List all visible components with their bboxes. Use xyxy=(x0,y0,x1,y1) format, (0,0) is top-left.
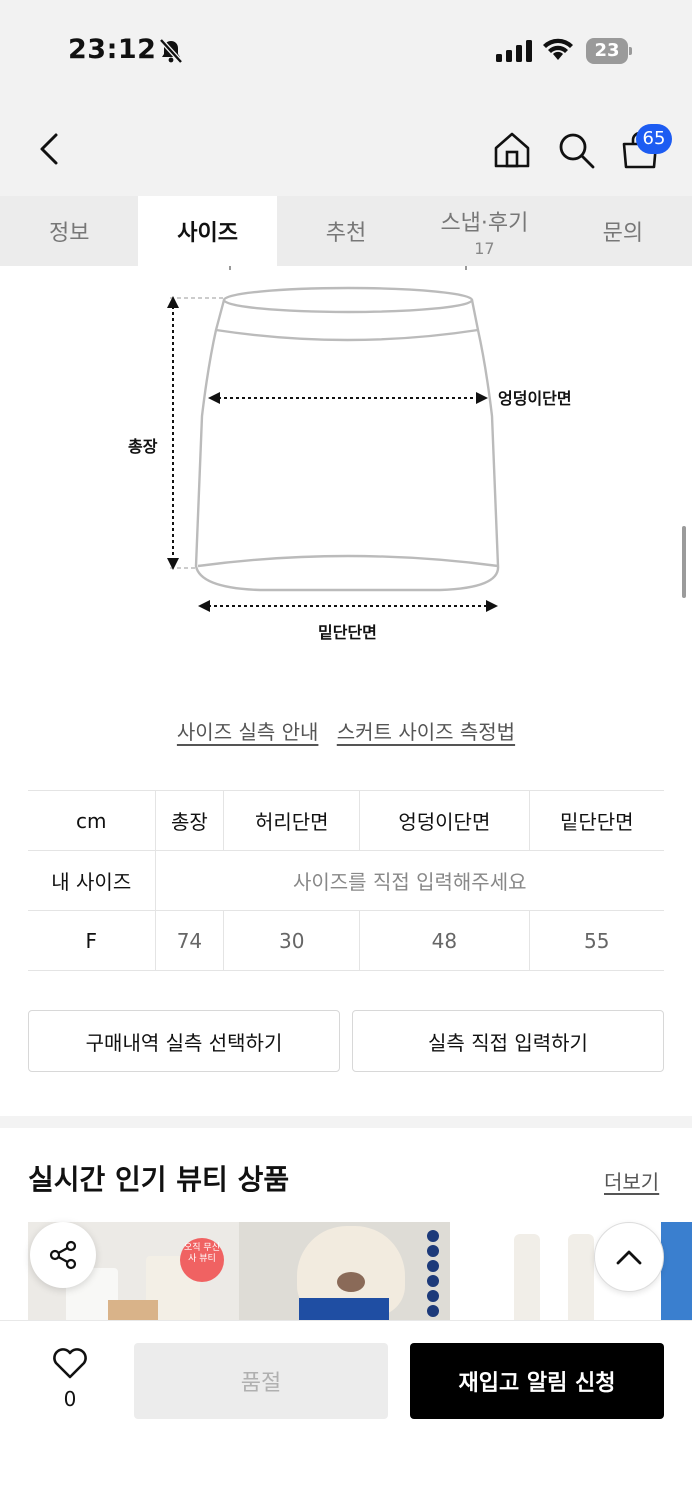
scroll-to-top-button[interactable] xyxy=(594,1222,664,1292)
tab-label: 정보 xyxy=(48,221,90,246)
size-name-cell: F xyxy=(28,910,155,971)
hem-label: 밑단단면 xyxy=(318,623,377,642)
waistband-top xyxy=(222,286,474,314)
product-carousel: 오직 무신사 뷰티 xyxy=(28,1222,692,1322)
teddy-bear-nose xyxy=(337,1272,365,1292)
my-size-row: 내 사이즈 사이즈를 직접 입력해주세요 xyxy=(28,850,664,911)
tab-label: 문의 xyxy=(602,221,644,246)
tab-label: 추천 xyxy=(325,221,367,246)
product-tabs: 정보 사이즈 추천 스냅·후기 17 문의 xyxy=(0,196,692,266)
heart-icon xyxy=(53,1348,87,1379)
skirt-measure-link[interactable]: 스커트 사이즈 측정법 xyxy=(337,720,515,744)
tab-info[interactable]: 정보 xyxy=(0,196,138,266)
size-guide-link[interactable]: 사이즈 실측 안내 xyxy=(177,720,319,744)
table-cell: 55 xyxy=(528,910,664,971)
skirt-outline xyxy=(194,299,500,592)
product-bottle-image xyxy=(568,1234,594,1322)
back-arrow-icon[interactable] xyxy=(36,132,64,166)
table-header-cell: 엉덩이단면 xyxy=(359,790,530,851)
skirt-size-diagram: 총장 엉덩이단면 밑단단면 xyxy=(128,266,572,642)
table-cell: 74 xyxy=(154,910,224,971)
my-size-input-hint[interactable]: 사이즈를 직접 입력해주세요 xyxy=(154,850,664,911)
tab-size[interactable]: 사이즈 xyxy=(138,196,277,266)
hem-line xyxy=(197,554,499,568)
chevron-up-icon xyxy=(616,1250,642,1265)
cellular-signal-icon xyxy=(496,40,532,62)
section-title: 실시간 인기 뷰티 상품 xyxy=(28,1163,290,1196)
wifi-icon xyxy=(543,38,573,60)
size-guide-links: 사이즈 실측 안내 스커트 사이즈 측정법 xyxy=(0,716,692,745)
table-cell: 48 xyxy=(359,910,530,971)
home-icon[interactable] xyxy=(492,130,532,170)
purchase-bar: 0 품절 재입고 알림 신청 xyxy=(0,1320,692,1500)
table-header-cell: cm xyxy=(28,790,155,851)
top-nav-bar xyxy=(0,100,692,196)
status-bar: 23:12 23 xyxy=(0,0,692,100)
product-thumbnail[interactable] xyxy=(239,1222,450,1322)
product-box-image xyxy=(299,1298,389,1322)
my-size-label: 내 사이즈 xyxy=(28,850,155,911)
section-divider xyxy=(0,1116,692,1128)
waistband-bottom xyxy=(215,328,479,342)
table-header-cell: 허리단면 xyxy=(223,790,360,851)
size-table: cm 총장 허리단면 엉덩이단면 밑단단면 내 사이즈 사이즈를 직접 입력해주… xyxy=(28,790,664,971)
restock-alert-button[interactable]: 재입고 알림 신청 xyxy=(410,1343,664,1419)
product-thumbnail[interactable] xyxy=(661,1222,692,1322)
measurement-buttons: 구매내역 실측 선택하기 실측 직접 입력하기 xyxy=(28,1010,664,1072)
table-row: F 74 30 48 55 xyxy=(28,910,664,971)
like-button[interactable]: 0 xyxy=(40,1347,100,1411)
tab-label: 스냅·후기 xyxy=(440,210,529,236)
exclusive-badge: 오직 무신사 뷰티 xyxy=(180,1238,224,1282)
cart-count-badge: 65 xyxy=(636,124,672,154)
search-icon[interactable] xyxy=(556,130,596,170)
battery-icon: 23 xyxy=(586,38,632,64)
tab-review-count: 17 xyxy=(474,238,495,258)
length-label: 총장 xyxy=(128,437,158,456)
see-more-link[interactable]: 더보기 xyxy=(604,1166,659,1195)
share-icon xyxy=(49,1240,77,1270)
battery-level: 23 xyxy=(594,40,620,61)
tab-snap-review[interactable]: 스냅·후기 17 xyxy=(415,196,553,266)
status-time: 23:12 xyxy=(68,34,157,65)
like-count: 0 xyxy=(63,1387,77,1411)
bell-muted-icon xyxy=(159,38,183,64)
table-header-cell: 총장 xyxy=(154,790,224,851)
tab-recommend[interactable]: 추천 xyxy=(277,196,415,266)
product-box-image xyxy=(108,1300,158,1322)
purchase-history-measure-button[interactable]: 구매내역 실측 선택하기 xyxy=(28,1010,340,1072)
table-cell: 30 xyxy=(223,910,360,971)
share-button[interactable] xyxy=(30,1222,96,1288)
decorative-dots xyxy=(427,1230,439,1322)
table-header-cell: 밑단단면 xyxy=(528,790,664,851)
hip-label: 엉덩이단면 xyxy=(498,389,572,408)
scrollbar[interactable] xyxy=(682,526,686,598)
tab-label: 사이즈 xyxy=(177,221,238,246)
soldout-button: 품절 xyxy=(134,1343,388,1419)
direct-measure-input-button[interactable]: 실측 직접 입력하기 xyxy=(352,1010,664,1072)
product-bottle-image xyxy=(514,1234,540,1322)
table-header-row: cm 총장 허리단면 엉덩이단면 밑단단면 xyxy=(28,790,664,851)
tab-inquiry[interactable]: 문의 xyxy=(554,196,692,266)
